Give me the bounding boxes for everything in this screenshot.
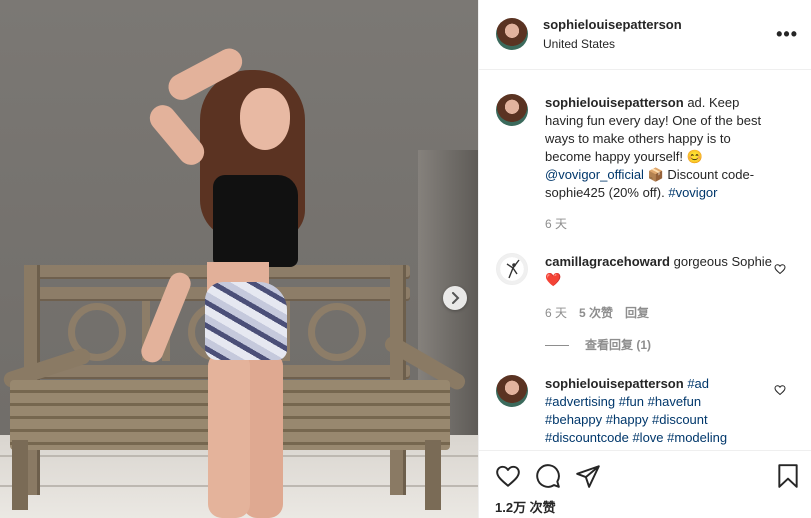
post-location[interactable]: United States (543, 37, 615, 51)
post-actions-bar: 1.2万 次赞 (479, 450, 811, 518)
next-photo-button[interactable] (443, 286, 467, 310)
author-username[interactable]: sophielouisepatterson (543, 17, 682, 32)
person-face (240, 88, 290, 150)
reply-label: 回复 (625, 306, 650, 320)
caption-timestamp[interactable]: 6 天 (545, 215, 567, 232)
hashtag-link[interactable]: #vovigor (668, 185, 717, 200)
post-header: sophielouisepatterson United States ••• (479, 0, 811, 70)
view-replies-label: 查看回复 (1) (585, 338, 652, 352)
comments-list[interactable]: sophielouisepatterson ad. Keep having fu… (479, 70, 811, 450)
comment-likes-count[interactable]: 5 次赞 (579, 304, 613, 321)
comment-like-icon[interactable] (774, 384, 786, 396)
bench-leg (425, 440, 441, 510)
heart-emoji: ❤️ (545, 272, 562, 287)
dancer-icon (506, 259, 520, 279)
author-avatar[interactable] (496, 18, 528, 50)
smile-emoji: 😊 (686, 149, 703, 164)
heart-outline-icon[interactable] (495, 463, 521, 489)
comment-likes-label: 5 次赞 (579, 306, 614, 320)
commenter-avatar[interactable] (496, 253, 528, 285)
comment-bubble-icon[interactable] (535, 463, 561, 489)
bench-ring (308, 303, 366, 361)
person-black-top (213, 175, 298, 267)
paper-plane-icon[interactable] (575, 463, 601, 489)
mention-link[interactable]: @vovigor_official (545, 167, 644, 182)
reply-button[interactable]: 回复 (625, 304, 649, 321)
comment-body: gorgeous Sophie (673, 254, 772, 269)
view-replies-button[interactable]: 查看回复 (1) (545, 336, 651, 353)
likes-count[interactable]: 1.2万 次赞 (495, 497, 556, 516)
person-tie-dye-shorts (205, 282, 287, 360)
comment-author[interactable]: sophielouisepatterson (545, 376, 684, 391)
chevron-right-icon (452, 292, 460, 304)
person-leg (208, 352, 250, 518)
more-options-button[interactable]: ••• (776, 24, 798, 45)
bookmark-icon[interactable] (775, 463, 801, 489)
caption-avatar[interactable] (496, 94, 528, 126)
comment-timestamp[interactable]: 6 天 (545, 304, 567, 321)
caption-author[interactable]: sophielouisepatterson (545, 95, 684, 110)
comment-author[interactable]: camillagracehoward (545, 254, 670, 269)
comment-text: camillagracehoward gorgeous Sophie ❤️ (545, 253, 780, 289)
caption-text: sophielouisepatterson ad. Keep having fu… (545, 94, 780, 202)
replies-dash (545, 345, 569, 347)
commenter-avatar[interactable] (496, 375, 528, 407)
comment-like-icon[interactable] (774, 263, 786, 275)
bench-leg (12, 440, 28, 510)
comment-text: sophielouisepatterson #ad #advertising #… (545, 375, 755, 447)
post-side-panel: sophielouisepatterson United States ••• … (478, 0, 811, 518)
post-photo[interactable] (0, 0, 478, 518)
